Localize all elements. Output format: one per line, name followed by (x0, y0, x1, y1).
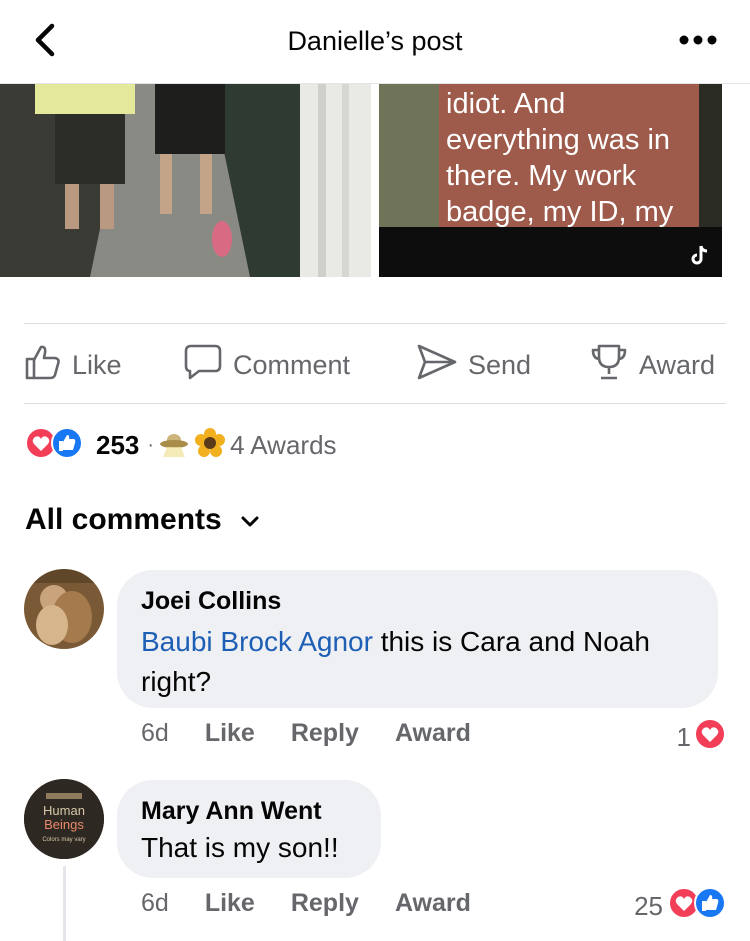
comment-body: That is my son!! (141, 832, 339, 863)
avatar[interactable]: Human Beings Colors may vary (24, 779, 104, 859)
comment-like-button[interactable]: Like (205, 719, 255, 748)
like-label: Like (72, 349, 122, 380)
video-caption: idiot. And everything was in there. My w… (446, 86, 673, 230)
comments-filter[interactable]: All comments (25, 503, 260, 537)
caption-line: badge, my ID, my (446, 196, 674, 228)
comments-filter-label: All comments (25, 503, 222, 536)
comment-button[interactable]: Comment (183, 343, 351, 388)
comment-reaction-count: 25 (634, 891, 663, 921)
post-media: idiot. And everything was in there. My w… (0, 84, 750, 277)
like-reaction-icon (693, 886, 727, 927)
like-button[interactable]: Like (24, 345, 122, 385)
comment-bubble[interactable]: Mary Ann Went That is my son!! (117, 780, 381, 878)
ufo-award-icon (158, 427, 190, 464)
love-reaction-icon (693, 717, 727, 758)
avatar[interactable] (24, 569, 104, 649)
like-reaction-icon (50, 426, 84, 465)
post-action-bar: Like Comment Send Award (0, 325, 750, 403)
comment-text: Baubi Brock Agnor this is Cara and Noah … (141, 622, 694, 702)
mention-link[interactable]: Baubi Brock Agnor (141, 626, 373, 657)
comment-award-button[interactable]: Award (395, 889, 471, 918)
thread-line (63, 866, 66, 941)
more-options-icon[interactable] (678, 30, 718, 50)
award-label: Award (639, 349, 716, 380)
send-arrow-icon (416, 343, 468, 388)
comment-reaction-summary[interactable]: 1 (677, 717, 727, 758)
thumbs-up-icon (24, 343, 72, 388)
avatar-text: Colors may vary (42, 837, 85, 843)
comment-timestamp: 6d (141, 719, 169, 747)
reaction-count: 253 (96, 429, 140, 460)
post-video-right[interactable]: idiot. And everything was in there. My w… (379, 84, 722, 277)
top-bar: Danielle’s post (0, 0, 750, 84)
comment-reply-button[interactable]: Reply (291, 889, 359, 918)
comment-actions: 6d Like Reply Award (141, 889, 507, 918)
post-photo-left[interactable] (0, 84, 371, 277)
award-button[interactable]: Award (589, 343, 716, 388)
comment-timestamp: 6d (141, 889, 169, 917)
comment-author[interactable]: Joei Collins (141, 586, 694, 616)
caption-line: there. My work (446, 160, 637, 192)
avatar-text: Beings (44, 817, 84, 832)
reactions-summary[interactable]: 253 · 4 Awards (24, 425, 337, 465)
trophy-icon (589, 343, 639, 388)
divider (24, 323, 726, 324)
separator: · (147, 433, 155, 456)
tiktok-logo-icon (690, 244, 710, 271)
flower-award-icon (194, 427, 226, 464)
comment-actions: 6d Like Reply Award (141, 719, 507, 748)
comment-reply-button[interactable]: Reply (291, 719, 359, 748)
comment-bubble[interactable]: Joei Collins Baubi Brock Agnor this is C… (117, 570, 718, 708)
comment-like-button[interactable]: Like (205, 889, 255, 918)
comment-label: Comment (233, 349, 351, 380)
divider (24, 403, 726, 404)
comment-award-button[interactable]: Award (395, 719, 471, 748)
caption-line: idiot. And (446, 88, 566, 120)
speech-bubble-icon (183, 343, 233, 388)
comment-author[interactable]: Mary Ann Went (141, 796, 357, 826)
send-label: Send (468, 349, 532, 380)
comment-reaction-count: 1 (676, 722, 691, 752)
caption-line: everything was in (446, 124, 671, 156)
chevron-down-icon (222, 503, 260, 537)
send-button[interactable]: Send (416, 343, 532, 388)
awards-count: 4 Awards (230, 429, 337, 460)
avatar-text: Human (43, 803, 85, 818)
comment-reaction-summary[interactable]: 25 (634, 886, 727, 927)
page-title: Danielle’s post (287, 26, 463, 56)
